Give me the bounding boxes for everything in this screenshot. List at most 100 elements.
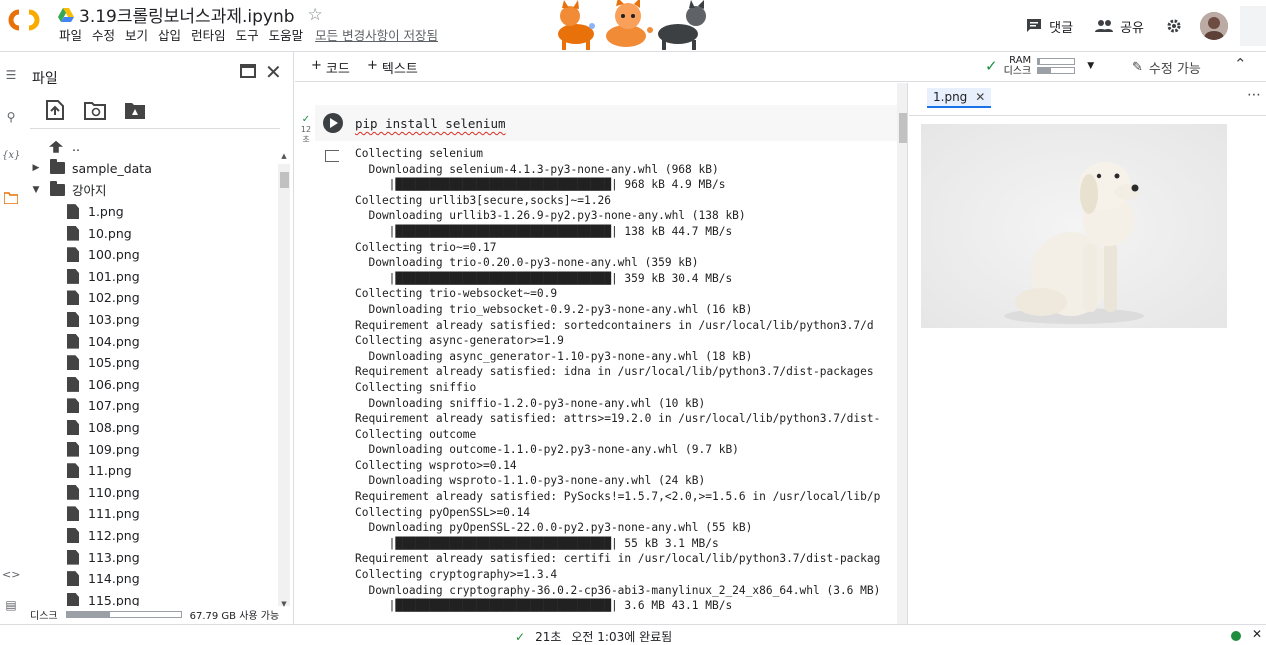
edit-mode-button[interactable]: ✎ 수정 가능 <box>1132 58 1201 77</box>
tree-file[interactable]: 11.png <box>22 460 276 482</box>
search-icon[interactable]: ⚲ <box>2 110 20 128</box>
add-code-button[interactable]: + 코드 <box>311 58 350 77</box>
run-cell-button[interactable] <box>323 113 343 133</box>
scroll-down-icon[interactable]: ▼ <box>278 600 290 608</box>
tree-file[interactable]: 104.png <box>22 330 276 352</box>
tree-item-label: 108.png <box>88 420 140 436</box>
avatar[interactable] <box>1200 12 1228 40</box>
more-options-icon[interactable]: ⋯ <box>1247 87 1261 103</box>
notebook-area: ✓ 12 초 pip install selenium Collecting s… <box>295 83 908 624</box>
chevron-icon[interactable]: ▶ <box>30 163 42 173</box>
terminal-icon[interactable]: ▤ <box>2 598 20 616</box>
output-line: Collecting selenium <box>355 147 483 160</box>
ram-bar <box>1037 58 1076 65</box>
file-icon <box>67 290 79 306</box>
tree-file[interactable]: 112.png <box>22 525 276 547</box>
code-editor[interactable]: pip install selenium <box>355 116 506 131</box>
tab-image[interactable]: 1.png ✕ <box>927 88 992 108</box>
share-button[interactable]: 공유 <box>1095 17 1144 36</box>
tree-item-label: 113.png <box>88 549 140 565</box>
file-tree-scrollbar[interactable]: ▲ ▼ <box>278 152 290 608</box>
output-line: Requirement already satisfied: sortedcon… <box>355 318 874 332</box>
file-icon <box>67 484 79 500</box>
tree-file[interactable]: 107.png <box>22 395 276 417</box>
tree-file[interactable]: 108.png <box>22 417 276 439</box>
file-icon <box>67 225 79 241</box>
scrollbar-thumb[interactable] <box>280 172 289 188</box>
avatar-image <box>1200 12 1228 40</box>
edit-mode-label: 수정 가능 <box>1148 62 1201 77</box>
comment-button[interactable]: 댓글 <box>1026 17 1073 36</box>
table-of-contents-icon[interactable]: ☰ <box>2 68 20 86</box>
tree-file[interactable]: 10.png <box>22 222 276 244</box>
notebook-scrollbar[interactable] <box>897 83 907 624</box>
menu-item[interactable]: 도구 <box>231 28 264 44</box>
output-line: Requirement already satisfied: attrs>=19… <box>355 412 881 426</box>
tree-file[interactable]: 100.png <box>22 244 276 266</box>
menu-item[interactable]: 수정 <box>87 28 120 44</box>
disk-bar <box>1037 67 1076 74</box>
chevron-icon[interactable]: ▼ <box>30 185 42 195</box>
output-action-icon[interactable] <box>325 150 339 162</box>
settings-button[interactable] <box>1166 18 1182 34</box>
upload-icon[interactable] <box>44 100 66 120</box>
tree-file[interactable]: 113.png <box>22 546 276 568</box>
tree-file[interactable]: 109.png <box>22 438 276 460</box>
resources-indicator[interactable]: ✓ RAM 디스크 ▼ <box>985 55 1094 77</box>
code-snippets-icon[interactable]: <> <box>2 568 20 586</box>
folder-icon[interactable] <box>2 192 20 210</box>
menu-item[interactable]: 파일 <box>54 28 87 44</box>
menu-item[interactable]: 도움말 <box>264 28 309 44</box>
disk-label: 디스크 <box>30 611 58 622</box>
parent-folder-icon <box>49 140 63 153</box>
duration: 21초 <box>535 630 562 644</box>
tree-folder[interactable]: ▶ sample_data <box>22 158 276 180</box>
tree-file[interactable]: 111.png <box>22 503 276 525</box>
tree-file[interactable]: 102.png <box>22 287 276 309</box>
mount-drive-icon[interactable] <box>124 100 146 120</box>
file-icon <box>67 463 79 479</box>
output-line: Collecting cryptography>=1.3.4 <box>355 568 558 582</box>
variables-icon[interactable]: {x} <box>2 150 20 168</box>
menu-item[interactable]: 보기 <box>120 28 153 44</box>
close-icon[interactable]: ✕ <box>265 60 282 84</box>
ram-label: RAM <box>1009 55 1032 66</box>
add-text-button[interactable]: + 텍스트 <box>367 58 418 77</box>
tree-file[interactable]: 1.png <box>22 201 276 223</box>
menu-item[interactable]: 삽입 <box>153 28 186 44</box>
tree-item-label: 103.png <box>88 312 140 328</box>
connection-status-icon <box>1231 631 1241 641</box>
tree-file[interactable]: 101.png <box>22 266 276 288</box>
collapse-header-icon[interactable]: ⌃ <box>1234 55 1247 73</box>
image-viewer-panel: 1.png ✕ ⋯ <box>909 83 1266 624</box>
folder-icon <box>50 159 65 175</box>
tree-file[interactable]: 110.png <box>22 482 276 504</box>
scrollbar-thumb[interactable] <box>899 113 907 143</box>
scroll-up-icon[interactable]: ▲ <box>278 152 290 160</box>
output-line: Collecting trio-websocket~=0.9 <box>355 287 558 301</box>
refresh-folder-icon[interactable] <box>84 100 106 120</box>
chevron-down-icon[interactable]: ▼ <box>1087 61 1094 71</box>
pencil-icon: ✎ <box>1132 60 1143 75</box>
menu-bar: 파일 수정 보기 삽입 런타임 도구 도움말 모든 변경사항이 저장됨 <box>54 28 443 44</box>
tree-folder[interactable]: ▼ 강아지 <box>22 179 276 201</box>
tree-file[interactable]: 106.png <box>22 374 276 396</box>
tree-file[interactable]: 114.png <box>22 568 276 590</box>
close-icon[interactable]: ✕ <box>1252 627 1262 641</box>
resource-bars <box>1037 56 1076 76</box>
tree-file[interactable]: 115.png <box>22 589 276 606</box>
people-icon <box>1095 20 1114 32</box>
star-icon[interactable]: ☆ <box>308 5 323 25</box>
notebook-title[interactable]: 3.19크롤링보너스과제.ipynb <box>79 2 295 27</box>
file-icon <box>67 420 79 436</box>
comment-label: 댓글 <box>1049 20 1074 36</box>
tree-file[interactable]: 105.png <box>22 352 276 374</box>
tree-parent-dir[interactable]: .. <box>22 136 276 158</box>
maximize-icon[interactable] <box>240 64 256 78</box>
menu-item[interactable]: 런타임 <box>186 28 231 44</box>
save-status[interactable]: 모든 변경사항이 저장됨 <box>310 28 443 44</box>
tree-file[interactable]: 103.png <box>22 309 276 331</box>
output-line: Downloading selenium-4.1.3-py3-none-any.… <box>355 162 719 176</box>
close-icon[interactable]: ✕ <box>975 90 985 104</box>
colab-logo[interactable] <box>6 6 42 34</box>
